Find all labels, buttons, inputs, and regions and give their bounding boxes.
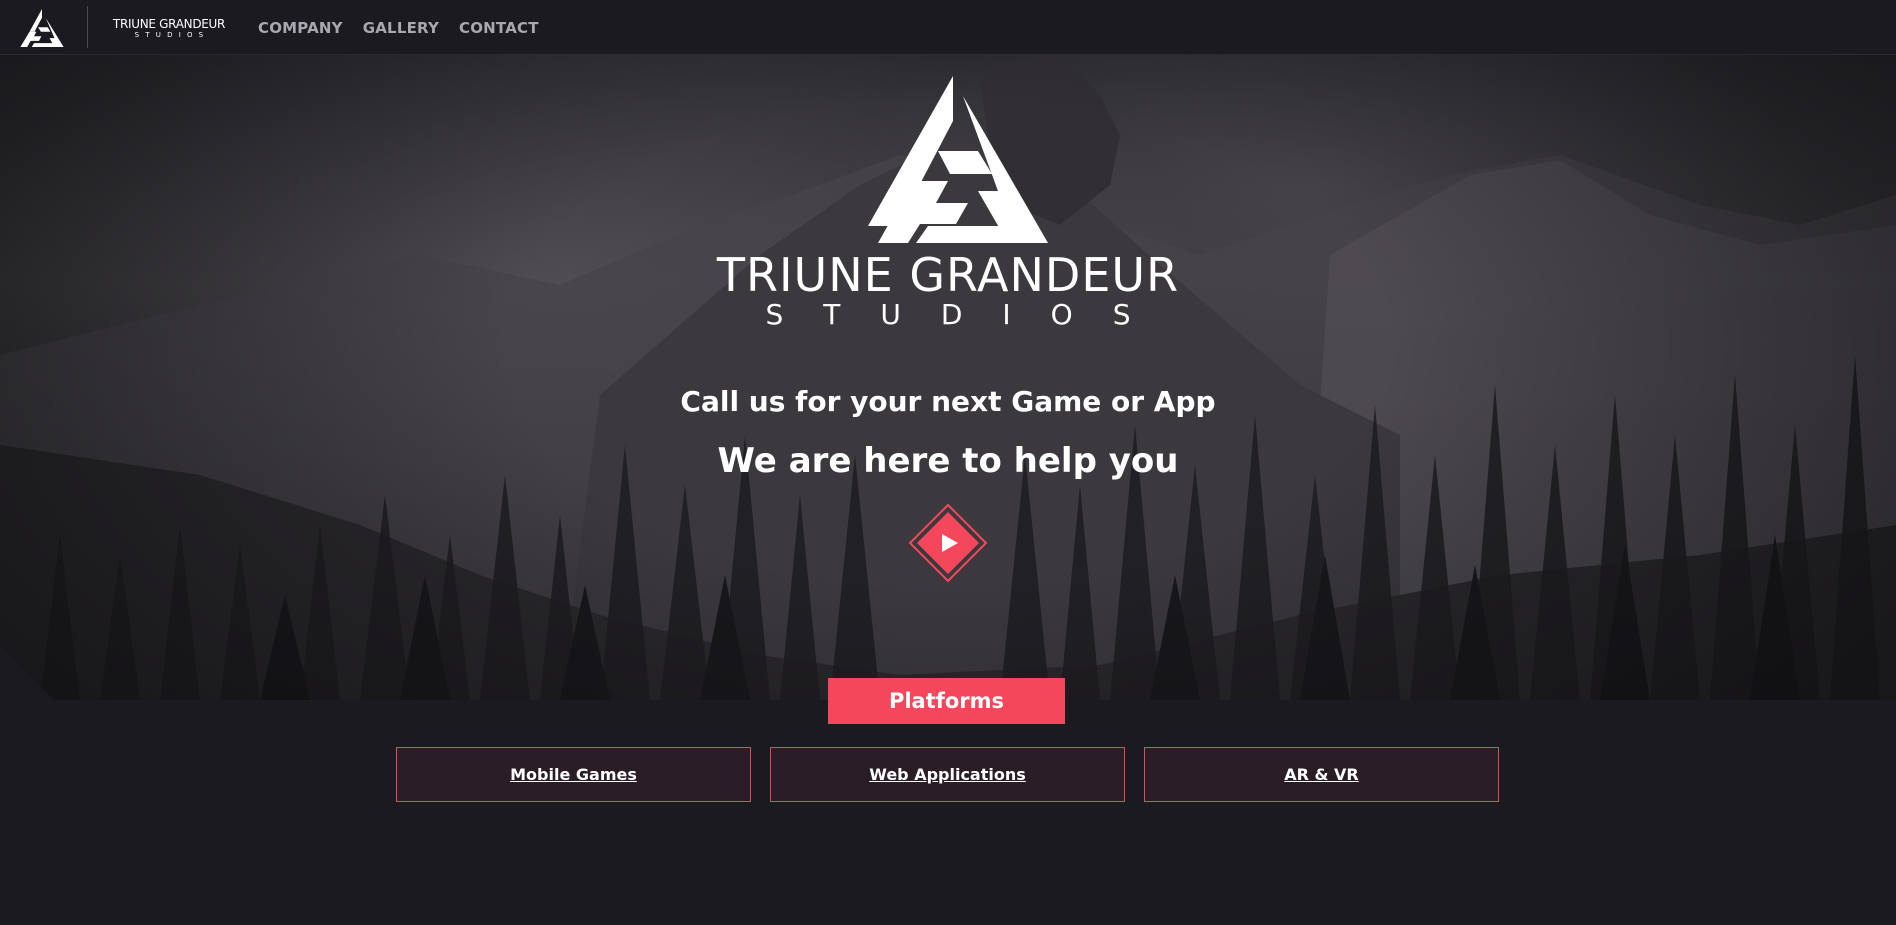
nav-brand-title: TRIUNE GRANDEUR — [112, 17, 226, 31]
hero-title: TRIUNE GRANDEUR — [716, 248, 1180, 302]
platform-ar-vr[interactable]: AR & VR — [1144, 747, 1499, 802]
nav-link-contact[interactable]: CONTACT — [459, 19, 539, 37]
nav-brand[interactable]: TRIUNE GRANDEUR STUDIOS — [112, 18, 226, 39]
hero-headline: We are here to help you — [717, 441, 1179, 481]
hero-section: TRIUNE GRANDEUR STUDIOS Call us for your… — [0, 55, 1896, 700]
nav-divider — [87, 6, 88, 48]
nav-brand-subtitle: STUDIOS — [134, 31, 210, 39]
hero-corner-cut — [0, 646, 54, 700]
platforms-heading: Platforms — [828, 678, 1065, 724]
nav-link-company[interactable]: COMPANY — [258, 19, 343, 37]
triune-logo-icon[interactable] — [20, 9, 64, 47]
platform-label: AR & VR — [1284, 765, 1359, 784]
nav-links: COMPANY GALLERY CONTACT — [258, 19, 539, 37]
platform-mobile-games[interactable]: Mobile Games — [396, 747, 751, 802]
platform-label: Mobile Games — [510, 765, 637, 784]
top-nav: TRIUNE GRANDEUR STUDIOS COMPANY GALLERY … — [0, 0, 1896, 55]
play-button[interactable] — [908, 503, 988, 583]
hero-subtitle: STUDIOS — [765, 298, 1171, 331]
nav-link-gallery[interactable]: GALLERY — [363, 19, 439, 37]
triune-logo-icon — [868, 76, 1048, 243]
platform-label: Web Applications — [869, 765, 1026, 784]
hero-tagline: Call us for your next Game or App — [680, 385, 1216, 418]
platform-web-applications[interactable]: Web Applications — [770, 747, 1125, 802]
